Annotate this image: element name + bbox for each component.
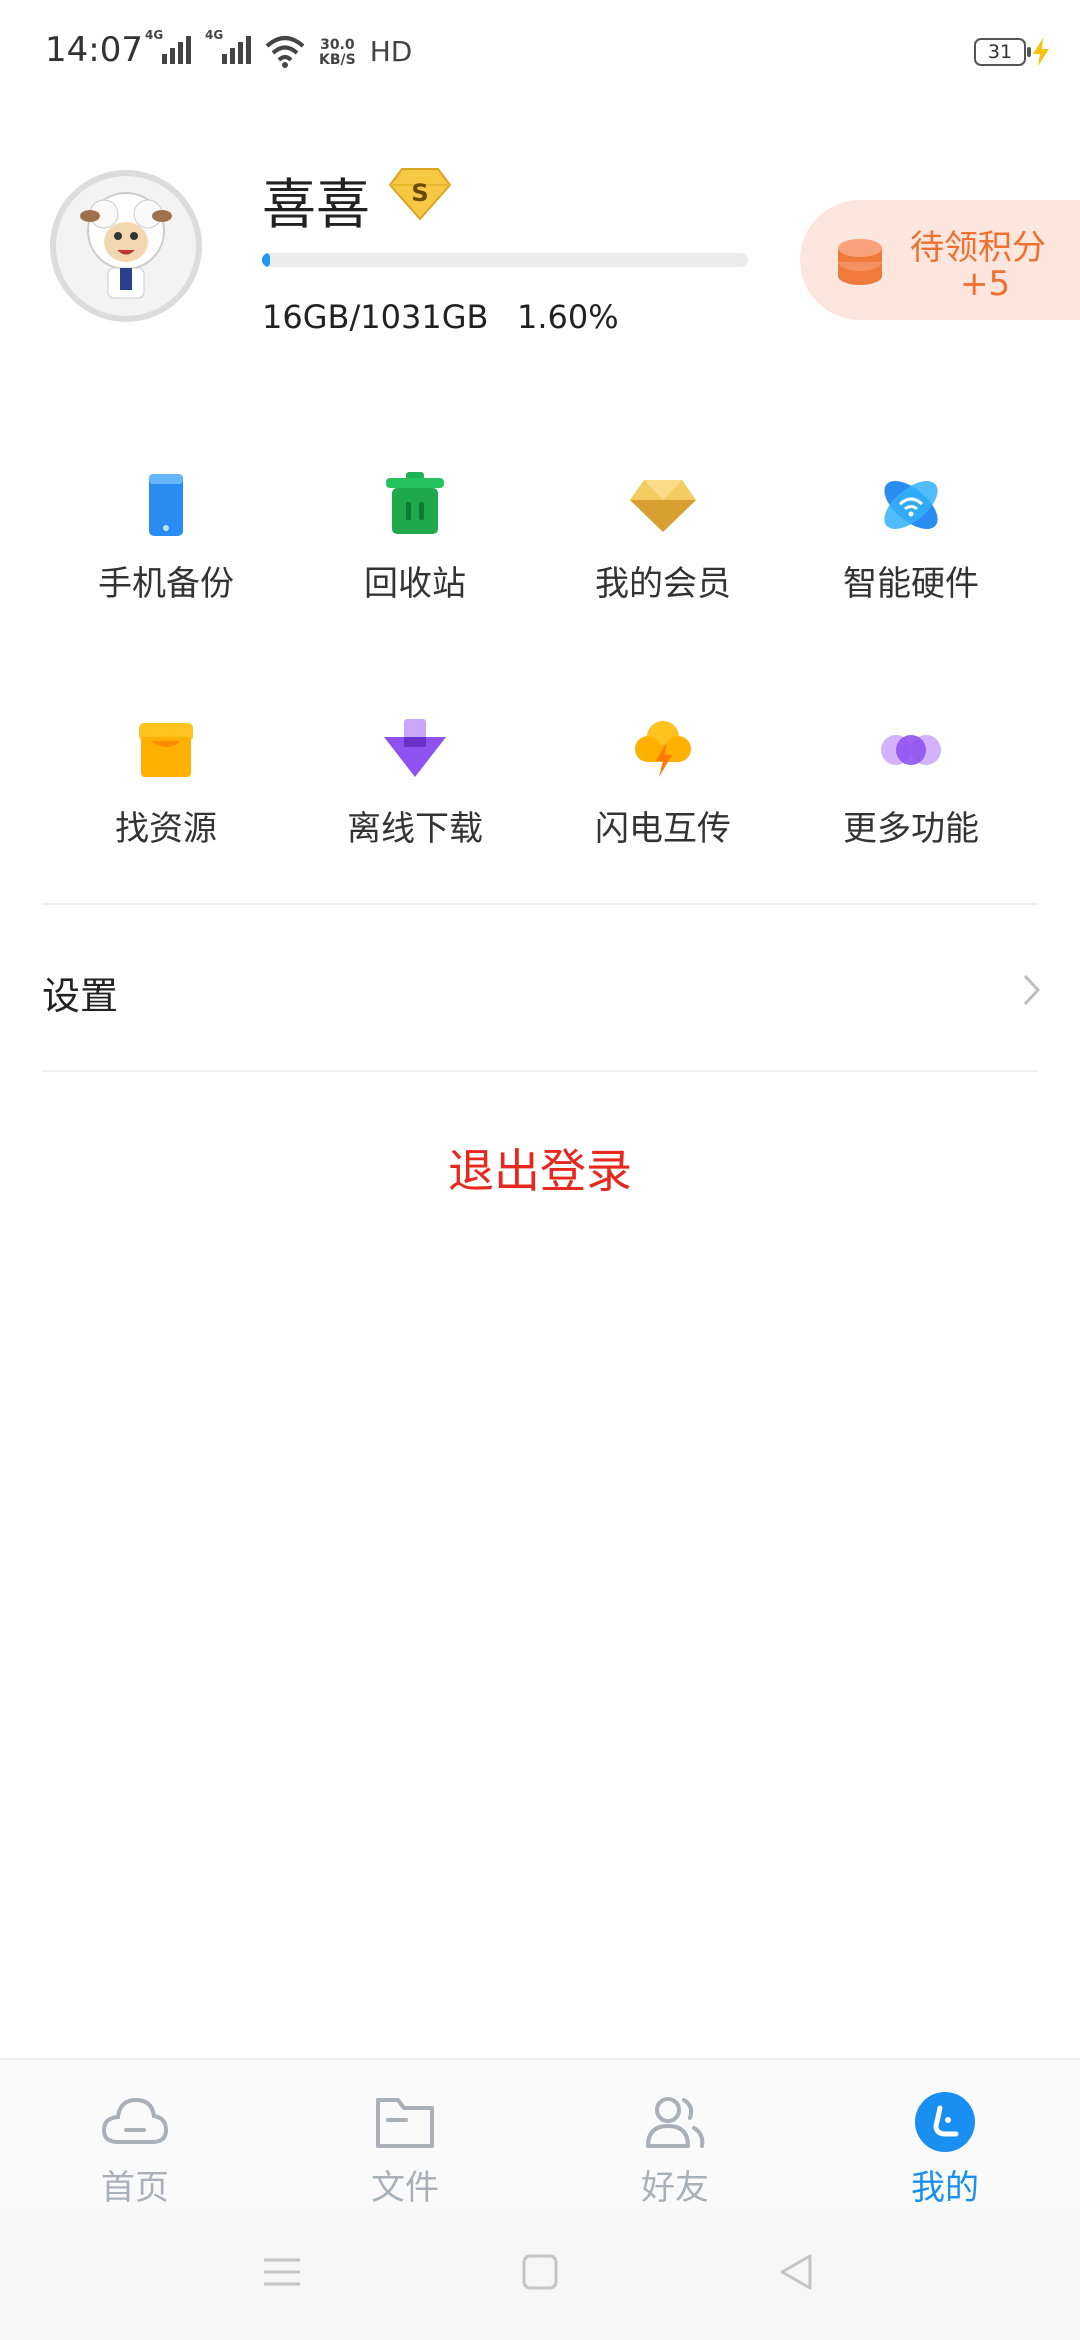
grid-item-recycle-bin[interactable]: 回收站 bbox=[295, 470, 535, 610]
smart-hardware-icon bbox=[884, 481, 938, 529]
tab-label: 我的 bbox=[911, 2168, 979, 2208]
friends-icon bbox=[646, 2097, 705, 2148]
status-time: 14:07 bbox=[45, 30, 143, 70]
diamond-icon bbox=[630, 480, 696, 532]
home-icon[interactable] bbox=[520, 2252, 560, 2292]
store-icon bbox=[139, 723, 193, 777]
settings-row[interactable]: 设置 bbox=[0, 905, 1080, 1075]
folder-icon bbox=[376, 2098, 434, 2148]
grid-item-offline-download[interactable]: 离线下载 bbox=[295, 715, 535, 855]
lightning-cloud-icon bbox=[635, 721, 691, 777]
tab-label: 好友 bbox=[641, 2168, 709, 2208]
pending-points-label: 待领积分 bbox=[910, 228, 1046, 268]
pending-points-button[interactable]: 待领积分 +5 bbox=[800, 200, 1080, 320]
grid-item-label: 更多功能 bbox=[843, 809, 979, 849]
status-icons: 4G 4G 30.0 KB/S HD bbox=[145, 28, 412, 68]
grid-item-label: 我的会员 bbox=[595, 564, 731, 604]
tab-label: 文件 bbox=[371, 2168, 439, 2208]
grid-item-label: 找资源 bbox=[115, 809, 217, 849]
grid-item-label: 离线下载 bbox=[347, 809, 483, 849]
grid-item-smart-hardware[interactable]: 智能硬件 bbox=[791, 470, 1031, 610]
bottom-nav: 首页 文件 好友 我的 bbox=[0, 2058, 1080, 2210]
tab-files[interactable]: 文件 bbox=[270, 2060, 540, 2210]
coin-stack-icon bbox=[838, 239, 882, 285]
offline-download-icon bbox=[384, 719, 446, 777]
signal-icon: 4G bbox=[145, 28, 191, 68]
grid-item-label: 回收站 bbox=[364, 564, 466, 604]
hd-indicator: HD bbox=[369, 35, 413, 68]
grid-item-phone-backup[interactable]: 手机备份 bbox=[46, 470, 286, 610]
grid-item-find-resources[interactable]: 找资源 bbox=[46, 715, 286, 855]
grid-item-membership[interactable]: 我的会员 bbox=[543, 470, 783, 610]
avatar[interactable] bbox=[50, 170, 202, 322]
phone-backup-icon bbox=[149, 474, 183, 536]
storage-percent-text: 1.60% bbox=[517, 298, 619, 336]
wifi-icon bbox=[265, 36, 305, 68]
pending-points-value: +5 bbox=[960, 264, 1011, 304]
system-nav-bar bbox=[0, 2208, 1080, 2340]
status-bar: 14:07 4G 4G 30.0 KB/S HD 31 bbox=[0, 0, 1080, 110]
storage-used-text: 16GB/1031GB bbox=[262, 298, 489, 336]
settings-label: 设置 bbox=[42, 974, 119, 1018]
more-dots-icon bbox=[881, 735, 941, 765]
tab-friends[interactable]: 好友 bbox=[540, 2060, 810, 2210]
menu-icon[interactable] bbox=[262, 2252, 302, 2292]
battery-tip bbox=[1027, 47, 1031, 57]
avatar-image bbox=[56, 176, 196, 316]
charging-icon bbox=[1033, 38, 1049, 66]
network-speed: 30.0 KB/S bbox=[319, 37, 356, 68]
grid-item-label: 闪电互传 bbox=[595, 809, 731, 849]
storage-progress-bar bbox=[262, 253, 748, 267]
battery-level: 31 bbox=[987, 41, 1013, 63]
storage-progress-fill bbox=[262, 253, 270, 267]
grid-item-more[interactable]: 更多功能 bbox=[791, 715, 1031, 855]
grid-item-label: 智能硬件 bbox=[843, 564, 979, 604]
svg-text:S: S bbox=[411, 179, 428, 207]
grid-item-lightning-transfer[interactable]: 闪电互传 bbox=[543, 715, 783, 855]
tab-label: 首页 bbox=[101, 2168, 169, 2208]
grid-item-label: 手机备份 bbox=[98, 564, 234, 604]
chevron-right-icon bbox=[1023, 974, 1041, 1006]
username: 喜喜 bbox=[262, 173, 370, 236]
me-icon bbox=[915, 2092, 975, 2152]
back-icon[interactable] bbox=[776, 2252, 816, 2292]
vip-diamond-icon[interactable]: S bbox=[388, 165, 452, 221]
tab-home[interactable]: 首页 bbox=[0, 2060, 270, 2210]
divider bbox=[42, 1070, 1038, 1072]
tab-me[interactable]: 我的 bbox=[810, 2060, 1080, 2210]
signal-icon: 4G bbox=[205, 28, 251, 68]
cloud-icon bbox=[101, 2097, 169, 2144]
battery-icon: 31 bbox=[974, 38, 1026, 66]
logout-button[interactable]: 退出登录 bbox=[0, 1135, 1080, 1201]
recycle-bin-icon bbox=[386, 472, 444, 534]
